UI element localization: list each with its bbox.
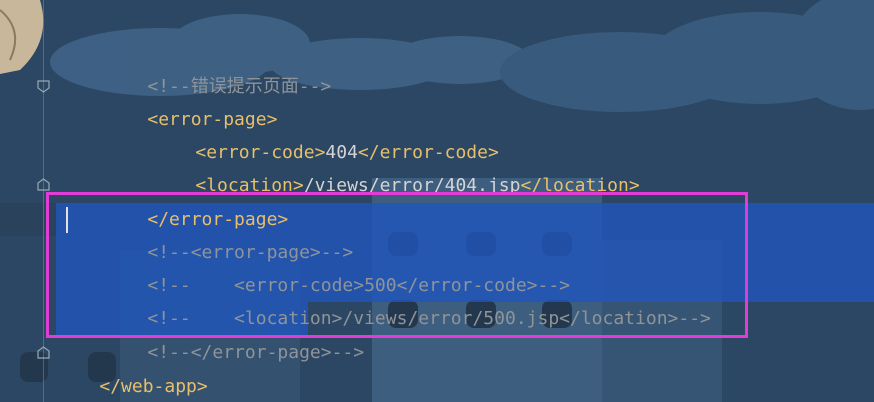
annotation-highlight-box: [46, 192, 748, 338]
code-line-2: <error-page>: [104, 70, 277, 130]
code-line-1: <!--错误提示页面-->: [104, 37, 331, 97]
code-line-4: <location>/views/error/404.jsp</location…: [152, 136, 639, 196]
code-line-3: <error-code>404</error-code>: [152, 103, 498, 163]
tag-text: </web-app>: [99, 376, 208, 397]
code-line-10: </web-app>: [56, 337, 207, 397]
